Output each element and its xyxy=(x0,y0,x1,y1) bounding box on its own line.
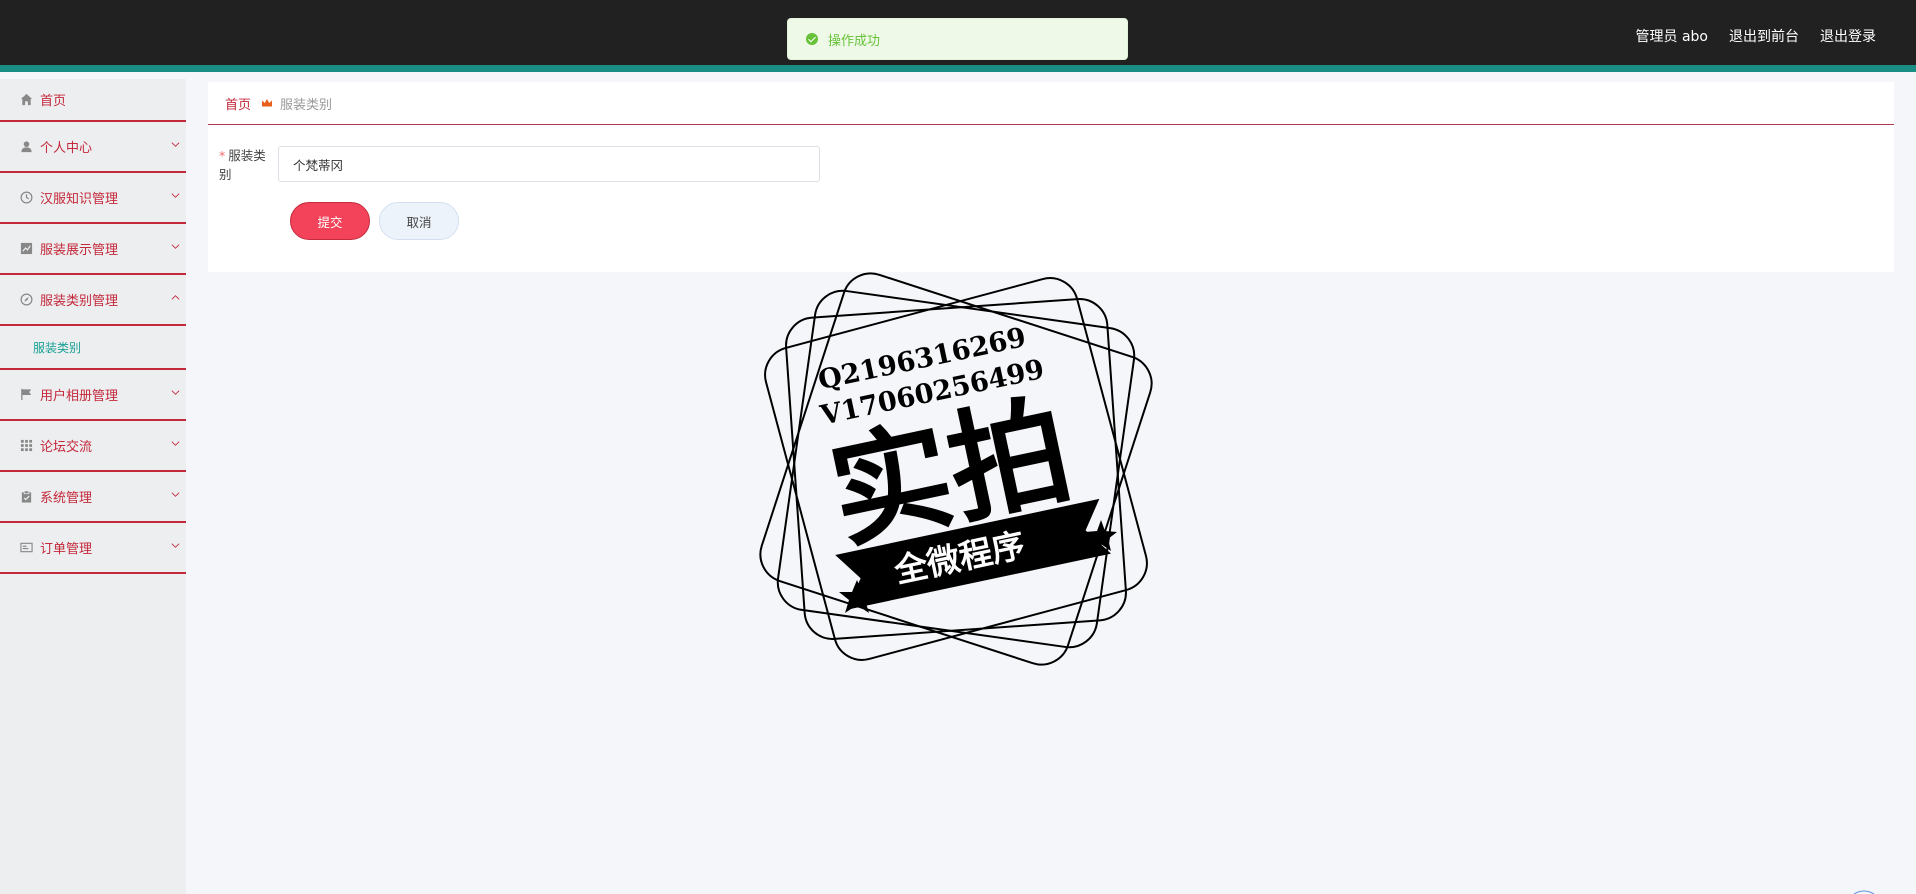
submit-button[interactable]: 提交 xyxy=(290,202,370,240)
category-input[interactable] xyxy=(278,146,820,182)
sidebar-item-personal-center[interactable]: 个人中心 xyxy=(0,122,186,173)
breadcrumb-current: 服装类别 xyxy=(280,97,333,113)
clock-icon xyxy=(19,191,33,205)
admin-label: 管理员 abo xyxy=(1635,29,1708,45)
chevron-up-icon xyxy=(171,295,180,300)
chevron-down-icon xyxy=(171,142,180,147)
cancel-button[interactable]: 取消 xyxy=(379,202,459,240)
sidebar-item-forum[interactable]: 论坛交流 xyxy=(0,421,186,472)
sidebar-subitem-clothing-category[interactable]: 服装类别 xyxy=(0,326,186,370)
flag-icon xyxy=(19,388,33,402)
main-form-card: 首页 服装类别 *服装类别 提交 取消 xyxy=(208,82,1894,272)
category-field-label: * 服装类别 xyxy=(219,145,278,183)
corner-indicator xyxy=(1853,890,1875,894)
check-circle-icon xyxy=(806,33,818,45)
sidebar-item-label: 汉服知识管理 xyxy=(40,192,119,207)
sidebar-item-home[interactable]: 首页 xyxy=(0,79,186,122)
exit-to-frontend-link[interactable]: 退出到前台 xyxy=(1729,26,1799,46)
sidebar-item-orders[interactable]: 订单管理 xyxy=(0,523,186,574)
card-icon xyxy=(19,541,33,555)
crown-icon xyxy=(261,97,273,109)
home-icon xyxy=(19,93,33,107)
topbar-actions: 管理员 abo 退出到前台 退出登录 xyxy=(1636,26,1876,46)
sidebar-item-hanfu-knowledge[interactable]: 汉服知识管理 xyxy=(0,173,186,224)
chevron-down-icon xyxy=(171,492,180,497)
watermark-stamp: Q2196316269 V17060256499 实拍 全微程序 xyxy=(759,272,1153,666)
chevron-down-icon xyxy=(171,193,180,198)
logout-link[interactable]: 退出登录 xyxy=(1820,26,1876,46)
clipboard-icon xyxy=(19,490,33,504)
sidebar-item-label: 首页 xyxy=(40,94,67,109)
category-form-row: * 服装类别 xyxy=(219,145,820,183)
sidebar-item-clothing-category[interactable]: 服装类别管理 xyxy=(0,275,186,326)
form-actions: 提交 取消 xyxy=(290,202,459,240)
success-toast: 操作成功 xyxy=(787,18,1128,60)
sidebar-item-user-album[interactable]: 用户相册管理 xyxy=(0,370,186,421)
breadcrumb: 首页 服装类别 xyxy=(208,82,1894,125)
sidebar-item-label: 个人中心 xyxy=(40,141,93,156)
sidebar-item-label: 用户相册管理 xyxy=(40,389,119,404)
chevron-down-icon xyxy=(171,543,180,548)
sidebar-item-clothing-display[interactable]: 服装展示管理 xyxy=(0,224,186,275)
chart-icon xyxy=(19,242,33,256)
sidebar-item-label: 服装类别管理 xyxy=(40,294,119,309)
compass-icon xyxy=(19,293,33,307)
chevron-down-icon xyxy=(171,244,180,249)
sidebar-item-label: 系统管理 xyxy=(40,491,93,506)
toast-message: 操作成功 xyxy=(828,33,881,49)
required-mark: * xyxy=(219,148,226,163)
breadcrumb-home[interactable]: 首页 xyxy=(225,94,251,113)
sidebar-item-label: 论坛交流 xyxy=(40,440,93,455)
sidebar-item-label: 订单管理 xyxy=(40,542,93,557)
sidebar-item-system[interactable]: 系统管理 xyxy=(0,472,186,523)
user-icon xyxy=(19,140,33,154)
chevron-down-icon xyxy=(171,390,180,395)
grid-icon xyxy=(19,439,33,453)
sidebar: 首页 个人中心 汉服知识管理 服装展示管理 服装类别管理 服装类别 用户相册管理 xyxy=(0,79,186,894)
sidebar-item-label: 服装展示管理 xyxy=(40,243,119,258)
category-label-text: 服装类别 xyxy=(219,148,266,182)
chevron-down-icon xyxy=(171,441,180,446)
